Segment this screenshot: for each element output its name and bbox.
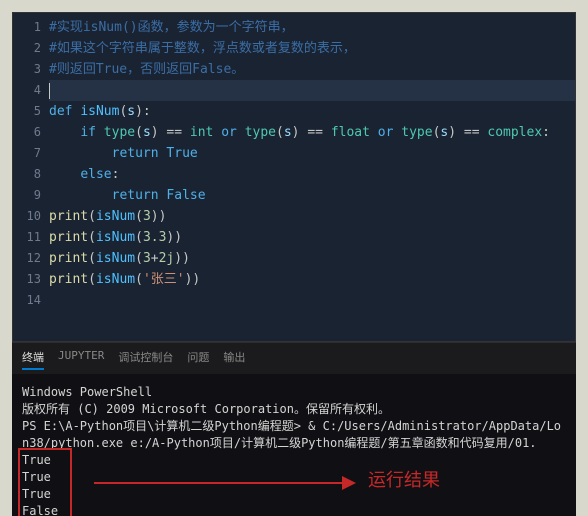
code-area[interactable]: #实现isNum()函数，参数为一个字符串，#如果这个字符串属于整数，浮点数或者…: [49, 13, 575, 290]
line-number: 1: [13, 17, 41, 38]
tab-terminal[interactable]: 终端: [22, 349, 44, 370]
terminal-panel[interactable]: Windows PowerShell 版权所有 (C) 2009 Microso…: [12, 374, 576, 516]
line-number: 2: [13, 38, 41, 59]
line-number: 7: [13, 143, 41, 164]
line-number: 5: [13, 101, 41, 122]
code-line[interactable]: #则返回True，否则返回False。: [49, 59, 575, 80]
line-number: 3: [13, 59, 41, 80]
line-number-gutter: 1234567891011121314: [13, 13, 49, 311]
code-line[interactable]: def isNum(s):: [49, 101, 575, 122]
terminal-line: PS E:\A-Python项目\计算机二级Python编程题> & C:/Us…: [22, 418, 566, 435]
terminal-output: False: [22, 503, 566, 516]
terminal-output: True: [22, 452, 566, 469]
tab-problems[interactable]: 问题: [187, 349, 209, 370]
line-number: 13: [13, 269, 41, 290]
tab-output[interactable]: 输出: [223, 349, 245, 370]
code-editor[interactable]: 1234567891011121314 #实现isNum()函数，参数为一个字符…: [12, 12, 576, 342]
code-line[interactable]: if type(s) == int or type(s) == float or…: [49, 122, 575, 143]
tab-debug-console[interactable]: 调试控制台: [118, 349, 173, 370]
tab-jupyter[interactable]: JUPYTER: [58, 349, 104, 370]
line-number: 14: [13, 290, 41, 311]
code-line[interactable]: print(isNum(3+2j)): [49, 248, 575, 269]
line-number: 10: [13, 206, 41, 227]
panel-tabs: 终端 JUPYTER 调试控制台 问题 输出: [12, 342, 576, 374]
terminal-line: 版权所有 (C) 2009 Microsoft Corporation。保留所有…: [22, 401, 566, 418]
editor-cursor: [49, 83, 50, 99]
line-number: 4: [13, 80, 41, 101]
code-line[interactable]: #实现isNum()函数，参数为一个字符串，: [49, 17, 575, 38]
code-line[interactable]: print(isNum('张三')): [49, 269, 575, 290]
line-number: 9: [13, 185, 41, 206]
terminal-output: True: [22, 469, 566, 486]
line-number: 6: [13, 122, 41, 143]
code-line[interactable]: print(isNum(3)): [49, 206, 575, 227]
code-line[interactable]: return False: [49, 185, 575, 206]
code-line[interactable]: else:: [49, 164, 575, 185]
line-number: 8: [13, 164, 41, 185]
code-line[interactable]: return True: [49, 143, 575, 164]
line-number: 11: [13, 227, 41, 248]
terminal-output: True: [22, 486, 566, 503]
terminal-line: Windows PowerShell: [22, 384, 566, 401]
line-number: 12: [13, 248, 41, 269]
code-line[interactable]: print(isNum(3.3)): [49, 227, 575, 248]
code-line[interactable]: [49, 80, 575, 101]
terminal-line: n38/python.exe e:/A-Python项目/计算机二级Python…: [22, 435, 566, 452]
code-line[interactable]: #如果这个字符串属于整数，浮点数或者复数的表示，: [49, 38, 575, 59]
